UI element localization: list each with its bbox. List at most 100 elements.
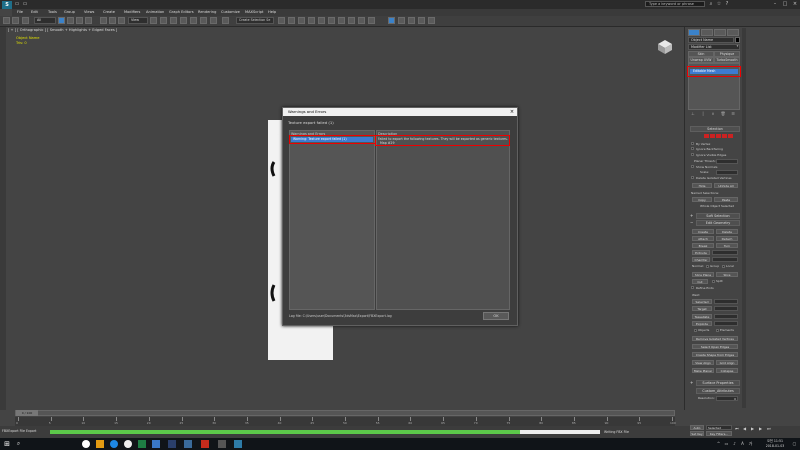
- create-shape-button[interactable]: Create Shape from Edges: [692, 352, 738, 357]
- render-setup-icon[interactable]: [348, 17, 355, 24]
- snaps-icon[interactable]: [180, 17, 187, 24]
- ime-icon[interactable]: A: [740, 441, 745, 446]
- modifier-list-dropdown[interactable]: Modifier List: [688, 44, 740, 50]
- extrude-spinner[interactable]: [712, 250, 738, 255]
- dialog-close-icon[interactable]: ×: [508, 108, 516, 116]
- rendered-frame-icon[interactable]: [358, 17, 365, 24]
- notifications-icon[interactable]: ▢: [792, 441, 797, 446]
- windows-start-icon[interactable]: ⊞: [2, 439, 12, 449]
- select-open-edges-button[interactable]: Select Open Edges: [692, 344, 738, 349]
- group-radio[interactable]: [706, 265, 709, 268]
- menu-create[interactable]: Create: [103, 9, 115, 16]
- chamfer-button[interactable]: Chamfer: [692, 257, 710, 262]
- goto-start-icon[interactable]: ⏮: [735, 426, 739, 431]
- app-logo-icon[interactable]: S: [2, 1, 12, 9]
- attach-button[interactable]: Attach: [692, 236, 714, 241]
- menu-views[interactable]: Views: [84, 9, 94, 16]
- menu-graph-editors[interactable]: Graph Editors: [169, 9, 194, 16]
- tray-chevron-icon[interactable]: ^: [716, 441, 721, 446]
- app-icon[interactable]: [168, 440, 176, 448]
- show-end-result-icon[interactable]: |: [700, 111, 706, 116]
- slice-button[interactable]: Slice: [716, 272, 738, 277]
- to-elements-radio[interactable]: [716, 329, 719, 332]
- save-icon[interactable]: ▭: [22, 1, 28, 7]
- menu-group[interactable]: Group: [64, 9, 75, 16]
- curve-editor-icon[interactable]: [318, 17, 325, 24]
- link-icon[interactable]: [22, 17, 29, 24]
- ime-korean-icon[interactable]: 가: [748, 441, 753, 446]
- chamfer-spinner[interactable]: [712, 257, 738, 262]
- modify-tab-icon[interactable]: [701, 29, 713, 36]
- ignore-backfacing-checkbox[interactable]: [691, 147, 694, 150]
- remove-isolated-button[interactable]: Remove Isolated Vertices: [692, 336, 738, 341]
- tessellate-button[interactable]: Tessellate: [692, 314, 712, 319]
- object-color-swatch[interactable]: [735, 37, 740, 43]
- file-explorer-icon[interactable]: [96, 440, 104, 448]
- app4-icon[interactable]: [218, 440, 226, 448]
- copy-button[interactable]: Copy: [692, 197, 712, 202]
- menu-help[interactable]: Help: [268, 9, 276, 16]
- weld-target-spinner[interactable]: [714, 306, 738, 311]
- explode-spinner[interactable]: [714, 321, 738, 326]
- planar-thresh-spinner[interactable]: [716, 159, 738, 164]
- axis-xy-icon[interactable]: [418, 17, 425, 24]
- graphite-icon[interactable]: [308, 17, 315, 24]
- excel-icon[interactable]: [138, 440, 146, 448]
- hide-button[interactable]: Hide: [692, 183, 712, 188]
- vertex-icon[interactable]: [704, 134, 709, 138]
- undo-icon[interactable]: [3, 17, 10, 24]
- mirror-icon[interactable]: [278, 17, 285, 24]
- detach-button[interactable]: Detach: [716, 236, 738, 241]
- app3-icon[interactable]: [201, 440, 209, 448]
- hierarchy-tab-icon[interactable]: [714, 29, 726, 36]
- paste-button[interactable]: Paste: [714, 197, 738, 202]
- named-selection-dropdown[interactable]: Create Selection Se: [236, 17, 274, 24]
- help-icon[interactable]: ?: [724, 1, 730, 7]
- grid-align-button[interactable]: Grid Align: [716, 360, 738, 365]
- face-icon[interactable]: [716, 134, 721, 138]
- percent-snap-icon[interactable]: [200, 17, 207, 24]
- menu-customize[interactable]: Customize: [221, 9, 240, 16]
- chrome-canary-icon[interactable]: [124, 440, 132, 448]
- warnings-list[interactable]: [289, 130, 375, 310]
- keyboard-shortcut-icon[interactable]: [170, 17, 177, 24]
- make-planar-button[interactable]: Make Planar: [692, 368, 714, 373]
- time-slider-thumb[interactable]: 0 / 100: [16, 410, 38, 416]
- window-crossing-icon[interactable]: [85, 17, 92, 24]
- surface-properties-rollout[interactable]: Surface Properties: [696, 380, 740, 386]
- viewport-label[interactable]: [ + ] [ Orthographic ] [ Smooth + Highli…: [8, 28, 117, 32]
- maximize-icon[interactable]: □: [782, 1, 788, 7]
- key-filters-button[interactable]: Key Filters...: [706, 431, 732, 436]
- rotate-icon[interactable]: [109, 17, 116, 24]
- create-button[interactable]: Create: [692, 229, 714, 234]
- move-icon[interactable]: [100, 17, 107, 24]
- remove-modifier-icon[interactable]: 🗑: [720, 111, 726, 116]
- pin-stack-icon[interactable]: ⊥: [690, 111, 696, 116]
- menu-tools[interactable]: Tools: [48, 9, 57, 16]
- spinner-snap-icon[interactable]: [210, 17, 217, 24]
- goto-end-icon[interactable]: ⏭: [767, 426, 771, 431]
- star-icon[interactable]: ☆: [716, 1, 722, 7]
- cut-button[interactable]: Cut: [692, 279, 708, 284]
- material-editor-icon[interactable]: [338, 17, 345, 24]
- scale-icon[interactable]: [118, 17, 125, 24]
- system-clock[interactable]: 오전 11:51 2018-01-03: [760, 439, 790, 448]
- angle-snap-icon[interactable]: [190, 17, 197, 24]
- auto-key-button[interactable]: Auto Key: [690, 425, 704, 434]
- 3dsmax-icon[interactable]: [234, 440, 242, 448]
- slice-plane-button[interactable]: Slice Plane: [692, 272, 714, 277]
- to-objects-radio[interactable]: [694, 329, 697, 332]
- chevron-down-icon[interactable]: ▾: [735, 44, 740, 50]
- ignore-visible-edges-checkbox[interactable]: [691, 153, 694, 156]
- element-icon[interactable]: [728, 134, 733, 138]
- pivot-icon[interactable]: [150, 17, 157, 24]
- polygon-icon[interactable]: [722, 134, 727, 138]
- weld-selected-button[interactable]: Selected: [692, 299, 712, 304]
- refine-ends-checkbox[interactable]: [691, 286, 694, 289]
- by-vertex-checkbox[interactable]: [691, 142, 694, 145]
- object-name-field[interactable]: Object Name: [688, 37, 734, 43]
- menu-edit[interactable]: Edit: [31, 9, 38, 16]
- viewcube-icon[interactable]: [654, 36, 676, 56]
- redo-icon[interactable]: [12, 17, 19, 24]
- minimize-icon[interactable]: –: [772, 1, 778, 7]
